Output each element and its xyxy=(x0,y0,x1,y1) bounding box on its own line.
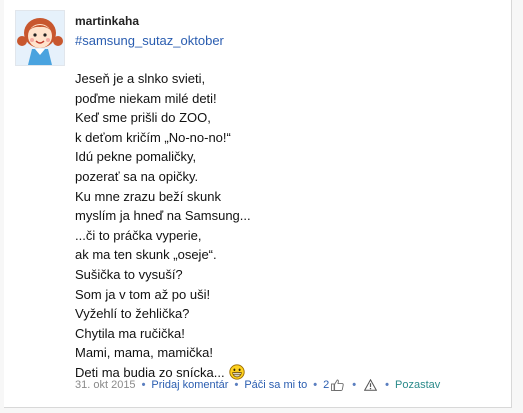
avatar[interactable] xyxy=(15,10,65,66)
poem-line: Idú pekne pomaličky, xyxy=(75,149,197,165)
cartoon-girl-icon xyxy=(17,18,63,65)
separator-dot: • xyxy=(234,379,239,391)
pause-link[interactable]: Pozastav xyxy=(395,379,440,391)
poem-line: Deti ma budia zo snícka... xyxy=(75,364,225,380)
poem-line: poďme niekam milé deti! xyxy=(75,90,217,106)
separator-dot: • xyxy=(385,379,389,391)
separator-dot: • xyxy=(352,379,357,391)
like-link[interactable]: Páči sa mi to xyxy=(244,379,307,391)
poem-line: Jeseň je a slnko svieti, xyxy=(75,71,206,86)
poem-line: Ku mne zrazu beží skunk xyxy=(75,188,221,204)
poem-line: Chytila ma ručička! xyxy=(75,325,185,341)
poem-line: Keď sme prišli do ZOO, xyxy=(75,110,211,126)
add-comment-link[interactable]: Pridaj komentár xyxy=(151,379,228,391)
poem-line: Vyžehlí to žehlička? xyxy=(75,306,190,322)
poem-line: Mami, mama, mamička! xyxy=(75,345,213,361)
post-date: 31. okt 2015 xyxy=(75,379,136,391)
post-footer: 31. okt 2015 • Pridaj komentár • Páči sa… xyxy=(75,379,440,391)
hashtag-link[interactable]: #samsung_sutaz_oktober xyxy=(75,33,224,48)
separator-dot: • xyxy=(313,379,318,391)
poem-line: Som ja v tom až po uši! xyxy=(75,286,211,302)
poem-line: k deťom kričím „No-no-no!“ xyxy=(75,129,231,145)
poem-line: Sušička to vysuší? xyxy=(75,266,183,282)
poem-text: Jeseň je a slnko svieti, poďme niekam mi… xyxy=(75,69,251,383)
poem-line: ak ma ten skunk „oseje“. xyxy=(75,247,217,263)
poem-line: pozerať sa na opičky. xyxy=(75,168,199,184)
warning-icon[interactable] xyxy=(364,379,378,391)
thumbs-up-icon[interactable] xyxy=(331,379,344,391)
poem-line: ...či to práčka vyperie, xyxy=(75,227,202,243)
separator-dot: • xyxy=(141,379,146,391)
post-card: martinkaha #samsung_sutaz_oktober Jeseň … xyxy=(0,0,523,413)
author-name[interactable]: martinkaha xyxy=(75,14,139,28)
like-count[interactable]: 2 xyxy=(323,379,329,391)
poem-line: myslím ja hneď na Samsung... xyxy=(75,208,251,224)
